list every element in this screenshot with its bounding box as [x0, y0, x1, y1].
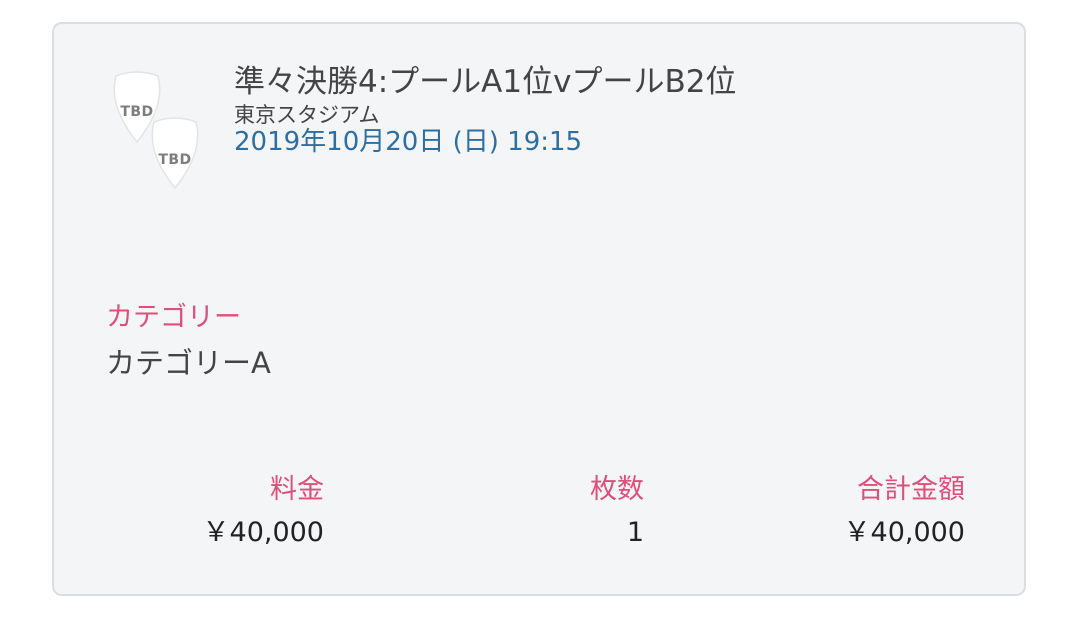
total-label: 合計金額 [857, 474, 965, 505]
ticket-card: TBD TBD 準々決勝4:プールA1位vプールB2位 東京スタジアム 2019… [52, 22, 1026, 596]
category-label: カテゴリー [106, 302, 241, 333]
match-datetime: 2019年10月20日 (日) 19:15 [234, 127, 583, 157]
price-value: ￥40,000 [202, 517, 324, 548]
team-badge-away: TBD [144, 116, 206, 190]
total-value: ￥40,000 [843, 517, 965, 548]
team-badges: TBD TBD [106, 70, 210, 196]
price-label: 料金 [270, 474, 324, 505]
quantity-value: 1 [626, 517, 644, 548]
category-value: カテゴリーA [106, 346, 271, 380]
venue-name: 東京スタジアム [234, 103, 380, 127]
team-badge-away-label: TBD [158, 152, 192, 168]
match-title: 準々決勝4:プールA1位vプールB2位 [234, 64, 737, 100]
quantity-label: 枚数 [590, 474, 644, 505]
